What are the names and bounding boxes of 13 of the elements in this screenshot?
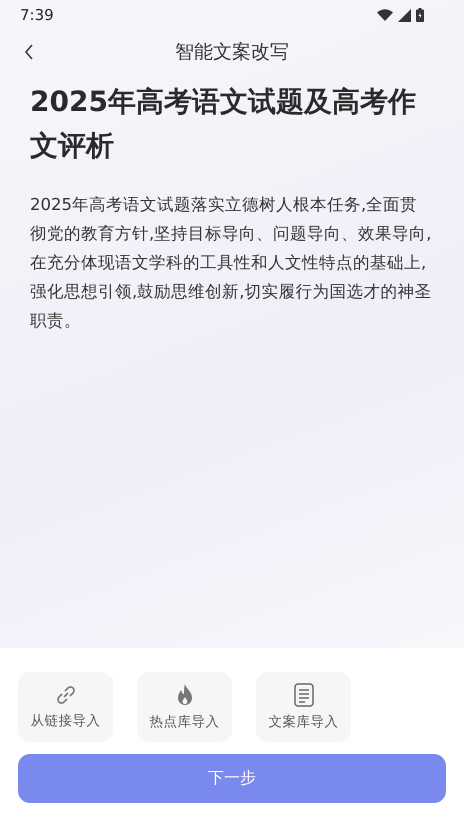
page-title: 智能文案改写 [175,40,289,65]
document-icon [294,683,314,707]
status-time: 7:39 [20,6,54,24]
article-title: 2025年高考语文试题及高考作文评析 [30,84,417,164]
article-body: 2025年高考语文试题落实立德树人根本任务,全面贯彻党的教育方针,坚持目标导向、问题导向、效果导向,在充分体现语文学科的工具性和人文性特点的基础上,强化思想引领,鼓励思维创新,切实履行为国选才的神圣职责。 [30,194,432,332]
import-option[interactable]: 文案库导入 [256,672,351,742]
battery-icon [416,8,424,22]
import-option[interactable]: 热点库导入 [137,672,232,742]
import-option[interactable]: 从链接导入 [18,672,113,742]
wifi-icon [377,9,393,21]
back-icon[interactable] [24,44,34,60]
signal-icon [398,8,411,22]
link-icon [54,684,76,706]
